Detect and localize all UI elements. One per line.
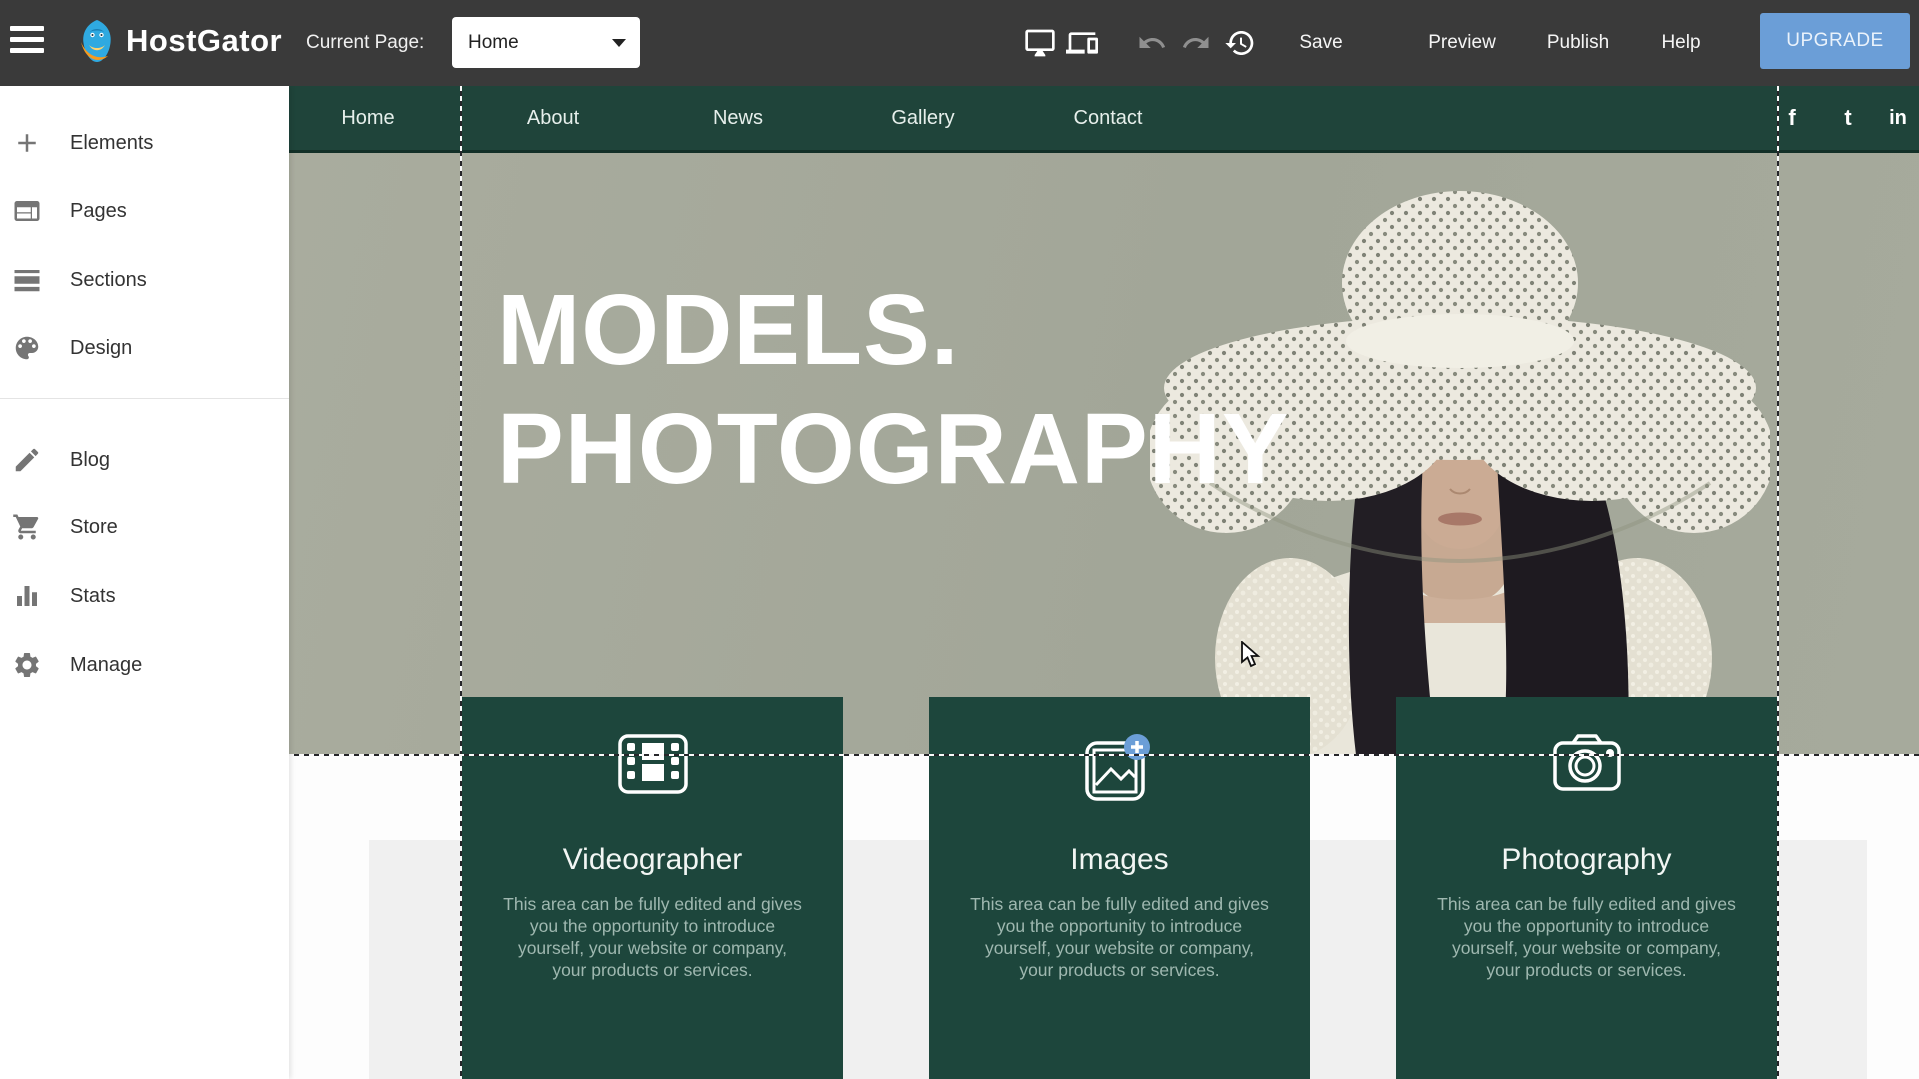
mobile-view-button[interactable] xyxy=(1060,0,1104,86)
site-nav-about[interactable]: About xyxy=(527,86,579,150)
history-button[interactable] xyxy=(1218,0,1262,86)
undo-icon xyxy=(1137,28,1167,58)
twitter-icon[interactable]: t xyxy=(1844,86,1851,150)
card-title: Photography xyxy=(1396,843,1777,877)
hamburger-menu-icon[interactable] xyxy=(10,26,50,60)
brand-name: HostGator xyxy=(126,23,282,59)
sidebar-item-label: Manage xyxy=(70,643,142,687)
sidebar-divider xyxy=(0,398,289,399)
site-canvas: Home About News Gallery Contact f t in xyxy=(289,86,1919,1079)
card-title: Videographer xyxy=(462,843,843,877)
page-selector-value: Home xyxy=(468,32,519,54)
gator-mascot-icon xyxy=(76,18,118,64)
pencil-icon xyxy=(12,445,42,475)
current-page-label: Current Page: xyxy=(306,0,424,86)
redo-button[interactable] xyxy=(1174,0,1218,86)
selection-guide-bottom xyxy=(289,754,1919,756)
site-nav-gallery[interactable]: Gallery xyxy=(891,86,954,150)
redo-icon xyxy=(1181,28,1211,58)
hostgator-logo: HostGator xyxy=(76,18,282,64)
history-icon xyxy=(1224,27,1256,59)
selection-guide-left xyxy=(460,86,462,1079)
hero-section[interactable]: MODELS. PHOTOGRAPHY xyxy=(289,153,1919,755)
page-selector-dropdown[interactable]: Home xyxy=(452,17,640,68)
upgrade-button[interactable]: UPGRADE xyxy=(1760,13,1910,69)
preview-button[interactable]: Preview xyxy=(1428,0,1496,86)
publish-button[interactable]: Publish xyxy=(1547,0,1609,86)
cart-icon xyxy=(12,512,42,542)
devices-icon xyxy=(1066,27,1098,59)
sidebar-item-label: Pages xyxy=(70,189,127,233)
card-body: This area can be fully edited and gives … xyxy=(503,893,803,981)
facebook-icon[interactable]: f xyxy=(1788,86,1795,150)
hostgator-site-builder: HostGator Current Page: Home xyxy=(0,0,1919,1079)
desktop-icon xyxy=(1024,27,1056,59)
mouse-cursor xyxy=(1240,641,1264,669)
card-title: Images xyxy=(929,843,1310,877)
sidebar-item-label: Design xyxy=(70,326,132,370)
hero-headline-line1: MODELS. xyxy=(497,271,1290,390)
save-button[interactable]: Save xyxy=(1299,0,1342,86)
site-nav-news[interactable]: News xyxy=(713,86,763,150)
sidebar-item-label: Sections xyxy=(70,258,147,302)
bar-chart-icon xyxy=(12,581,42,611)
film-icon xyxy=(617,733,689,795)
image-plus-icon xyxy=(1081,733,1159,803)
sidebar-item-store[interactable]: Store xyxy=(0,505,289,549)
camera-icon xyxy=(1547,733,1627,795)
sidebar-item-label: Elements xyxy=(70,121,153,165)
sidebar-item-label: Store xyxy=(70,505,118,549)
site-nav-contact[interactable]: Contact xyxy=(1074,86,1143,150)
editor-sidebar: Elements Pages Sections Design xyxy=(0,86,289,1079)
sections-icon xyxy=(12,265,42,295)
sidebar-item-sections[interactable]: Sections xyxy=(0,258,289,302)
chevron-down-icon xyxy=(612,39,626,47)
desktop-view-button[interactable] xyxy=(1018,0,1062,86)
pages-icon xyxy=(12,196,42,226)
hero-headline-line2: PHOTOGRAPHY xyxy=(497,390,1290,509)
editor-topbar: HostGator Current Page: Home xyxy=(0,0,1919,86)
hero-headline: MODELS. PHOTOGRAPHY xyxy=(497,271,1290,509)
sidebar-item-pages[interactable]: Pages xyxy=(0,189,289,233)
gear-icon xyxy=(12,650,42,680)
site-nav-home[interactable]: Home xyxy=(341,86,394,150)
linkedin-icon[interactable]: in xyxy=(1889,86,1907,150)
sidebar-item-label: Blog xyxy=(70,438,110,482)
sidebar-item-elements[interactable]: Elements xyxy=(0,121,289,165)
sidebar-item-design[interactable]: Design xyxy=(0,326,289,370)
selection-guide-right xyxy=(1777,86,1779,1079)
sidebar-item-manage[interactable]: Manage xyxy=(0,643,289,687)
site-navbar: Home About News Gallery Contact f t in xyxy=(289,86,1919,153)
palette-icon xyxy=(12,333,42,363)
plus-icon xyxy=(12,128,42,158)
sidebar-item-stats[interactable]: Stats xyxy=(0,574,289,618)
sidebar-item-label: Stats xyxy=(70,574,116,618)
help-button[interactable]: Help xyxy=(1661,0,1700,86)
sidebar-item-blog[interactable]: Blog xyxy=(0,438,289,482)
card-body: This area can be fully edited and gives … xyxy=(970,893,1270,981)
undo-button[interactable] xyxy=(1130,0,1174,86)
card-body: This area can be fully edited and gives … xyxy=(1437,893,1737,981)
